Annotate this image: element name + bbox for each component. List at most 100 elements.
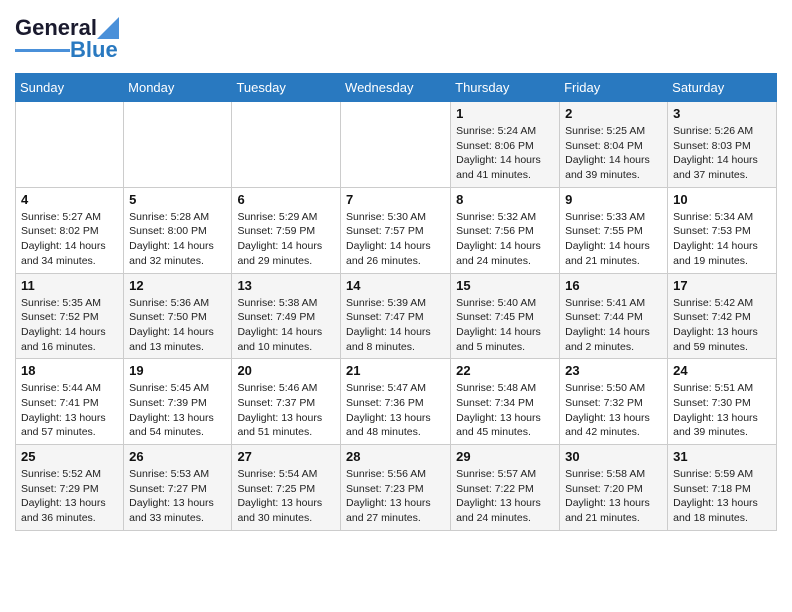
day-number: 8 bbox=[456, 192, 554, 207]
day-info: Sunrise: 5:38 AM Sunset: 7:49 PM Dayligh… bbox=[237, 296, 335, 355]
calendar-cell: 24 Sunrise: 5:51 AM Sunset: 7:30 PM Dayli… bbox=[668, 359, 777, 445]
day-info: Sunrise: 5:52 AM Sunset: 7:29 PM Dayligh… bbox=[21, 467, 118, 526]
day-number: 28 bbox=[346, 449, 445, 464]
day-number: 17 bbox=[673, 278, 771, 293]
day-info: Sunrise: 5:51 AM Sunset: 7:30 PM Dayligh… bbox=[673, 381, 771, 440]
day-info: Sunrise: 5:29 AM Sunset: 7:59 PM Dayligh… bbox=[237, 210, 335, 269]
day-info: Sunrise: 5:41 AM Sunset: 7:44 PM Dayligh… bbox=[565, 296, 662, 355]
calendar-table: SundayMondayTuesdayWednesdayThursdayFrid… bbox=[15, 73, 777, 531]
calendar-cell bbox=[16, 102, 124, 188]
day-number: 13 bbox=[237, 278, 335, 293]
weekday-header-saturday: Saturday bbox=[668, 74, 777, 102]
day-info: Sunrise: 5:45 AM Sunset: 7:39 PM Dayligh… bbox=[129, 381, 226, 440]
calendar-cell: 3 Sunrise: 5:26 AM Sunset: 8:03 PM Daylig… bbox=[668, 102, 777, 188]
calendar-cell: 4 Sunrise: 5:27 AM Sunset: 8:02 PM Daylig… bbox=[16, 187, 124, 273]
weekday-header-friday: Friday bbox=[560, 74, 668, 102]
day-number: 2 bbox=[565, 106, 662, 121]
calendar-cell: 5Sunrise: 5:28 AM Sunset: 8:00 PM Daylig… bbox=[124, 187, 232, 273]
day-number: 27 bbox=[237, 449, 335, 464]
day-number: 6 bbox=[237, 192, 335, 207]
calendar-cell: 25 Sunrise: 5:52 AM Sunset: 7:29 PM Dayli… bbox=[16, 445, 124, 531]
day-info: Sunrise: 5:47 AM Sunset: 7:36 PM Dayligh… bbox=[346, 381, 445, 440]
day-number: 12 bbox=[129, 278, 226, 293]
day-info: Sunrise: 5:48 AM Sunset: 7:34 PM Dayligh… bbox=[456, 381, 554, 440]
day-info: Sunrise: 5:34 AM Sunset: 7:53 PM Dayligh… bbox=[673, 210, 771, 269]
day-info: Sunrise: 5:57 AM Sunset: 7:22 PM Dayligh… bbox=[456, 467, 554, 526]
calendar-cell: 27 Sunrise: 5:54 AM Sunset: 7:25 PM Dayli… bbox=[232, 445, 341, 531]
calendar-cell: 12 Sunrise: 5:36 AM Sunset: 7:50 PM Dayli… bbox=[124, 273, 232, 359]
day-number: 14 bbox=[346, 278, 445, 293]
day-info: Sunrise: 5:30 AM Sunset: 7:57 PM Dayligh… bbox=[346, 210, 445, 269]
day-number: 31 bbox=[673, 449, 771, 464]
day-number: 26 bbox=[129, 449, 226, 464]
day-info: Sunrise: 5:32 AM Sunset: 7:56 PM Dayligh… bbox=[456, 210, 554, 269]
day-number: 22 bbox=[456, 363, 554, 378]
calendar-cell: 29 Sunrise: 5:57 AM Sunset: 7:22 PM Dayli… bbox=[451, 445, 560, 531]
calendar-cell: 11 Sunrise: 5:35 AM Sunset: 7:52 PM Dayli… bbox=[16, 273, 124, 359]
weekday-header-wednesday: Wednesday bbox=[341, 74, 451, 102]
logo: General Blue bbox=[15, 15, 119, 63]
day-info: Sunrise: 5:35 AM Sunset: 7:52 PM Dayligh… bbox=[21, 296, 118, 355]
day-number: 3 bbox=[673, 106, 771, 121]
day-info: Sunrise: 5:39 AM Sunset: 7:47 PM Dayligh… bbox=[346, 296, 445, 355]
day-number: 25 bbox=[21, 449, 118, 464]
day-info: Sunrise: 5:56 AM Sunset: 7:23 PM Dayligh… bbox=[346, 467, 445, 526]
calendar-cell: 30 Sunrise: 5:58 AM Sunset: 7:20 PM Dayli… bbox=[560, 445, 668, 531]
day-info: Sunrise: 5:53 AM Sunset: 7:27 PM Dayligh… bbox=[129, 467, 226, 526]
day-number: 16 bbox=[565, 278, 662, 293]
calendar-cell: 28 Sunrise: 5:56 AM Sunset: 7:23 PM Dayli… bbox=[341, 445, 451, 531]
page-header: General Blue bbox=[15, 15, 777, 63]
calendar-cell bbox=[341, 102, 451, 188]
weekday-header-monday: Monday bbox=[124, 74, 232, 102]
day-number: 19 bbox=[129, 363, 226, 378]
calendar-cell: 23 Sunrise: 5:50 AM Sunset: 7:32 PM Dayli… bbox=[560, 359, 668, 445]
day-number: 1 bbox=[456, 106, 554, 121]
calendar-cell: 21 Sunrise: 5:47 AM Sunset: 7:36 PM Dayli… bbox=[341, 359, 451, 445]
day-number: 4 bbox=[21, 192, 118, 207]
day-number: 29 bbox=[456, 449, 554, 464]
day-number: 11 bbox=[21, 278, 118, 293]
calendar-cell bbox=[232, 102, 341, 188]
calendar-cell: 14 Sunrise: 5:39 AM Sunset: 7:47 PM Dayli… bbox=[341, 273, 451, 359]
calendar-cell: 19 Sunrise: 5:45 AM Sunset: 7:39 PM Dayli… bbox=[124, 359, 232, 445]
calendar-cell: 20 Sunrise: 5:46 AM Sunset: 7:37 PM Dayli… bbox=[232, 359, 341, 445]
day-number: 23 bbox=[565, 363, 662, 378]
day-number: 21 bbox=[346, 363, 445, 378]
day-info: Sunrise: 5:40 AM Sunset: 7:45 PM Dayligh… bbox=[456, 296, 554, 355]
day-number: 30 bbox=[565, 449, 662, 464]
day-info: Sunrise: 5:58 AM Sunset: 7:20 PM Dayligh… bbox=[565, 467, 662, 526]
calendar-cell: 6 Sunrise: 5:29 AM Sunset: 7:59 PM Daylig… bbox=[232, 187, 341, 273]
day-info: Sunrise: 5:27 AM Sunset: 8:02 PM Dayligh… bbox=[21, 210, 118, 269]
day-info: Sunrise: 5:26 AM Sunset: 8:03 PM Dayligh… bbox=[673, 124, 771, 183]
day-info: Sunrise: 5:36 AM Sunset: 7:50 PM Dayligh… bbox=[129, 296, 226, 355]
day-number: 10 bbox=[673, 192, 771, 207]
day-info: Sunrise: 5:33 AM Sunset: 7:55 PM Dayligh… bbox=[565, 210, 662, 269]
day-number: 15 bbox=[456, 278, 554, 293]
weekday-header-tuesday: Tuesday bbox=[232, 74, 341, 102]
day-info: Sunrise: 5:25 AM Sunset: 8:04 PM Dayligh… bbox=[565, 124, 662, 183]
calendar-cell: 15 Sunrise: 5:40 AM Sunset: 7:45 PM Dayli… bbox=[451, 273, 560, 359]
day-info: Sunrise: 5:24 AM Sunset: 8:06 PM Dayligh… bbox=[456, 124, 554, 183]
day-number: 24 bbox=[673, 363, 771, 378]
weekday-header-sunday: Sunday bbox=[16, 74, 124, 102]
weekday-header-thursday: Thursday bbox=[451, 74, 560, 102]
day-number: 9 bbox=[565, 192, 662, 207]
day-info: Sunrise: 5:50 AM Sunset: 7:32 PM Dayligh… bbox=[565, 381, 662, 440]
calendar-cell bbox=[124, 102, 232, 188]
calendar-cell: 7Sunrise: 5:30 AM Sunset: 7:57 PM Daylig… bbox=[341, 187, 451, 273]
logo-blue: Blue bbox=[70, 37, 118, 63]
calendar-cell: 2 Sunrise: 5:25 AM Sunset: 8:04 PM Daylig… bbox=[560, 102, 668, 188]
day-info: Sunrise: 5:44 AM Sunset: 7:41 PM Dayligh… bbox=[21, 381, 118, 440]
calendar-cell: 18 Sunrise: 5:44 AM Sunset: 7:41 PM Dayli… bbox=[16, 359, 124, 445]
calendar-cell: 8 Sunrise: 5:32 AM Sunset: 7:56 PM Daylig… bbox=[451, 187, 560, 273]
logo-icon bbox=[97, 17, 119, 39]
day-info: Sunrise: 5:46 AM Sunset: 7:37 PM Dayligh… bbox=[237, 381, 335, 440]
day-info: Sunrise: 5:59 AM Sunset: 7:18 PM Dayligh… bbox=[673, 467, 771, 526]
day-info: Sunrise: 5:42 AM Sunset: 7:42 PM Dayligh… bbox=[673, 296, 771, 355]
calendar-cell: 13 Sunrise: 5:38 AM Sunset: 7:49 PM Dayli… bbox=[232, 273, 341, 359]
calendar-cell: 9 Sunrise: 5:33 AM Sunset: 7:55 PM Daylig… bbox=[560, 187, 668, 273]
day-info: Sunrise: 5:54 AM Sunset: 7:25 PM Dayligh… bbox=[237, 467, 335, 526]
calendar-cell: 1 Sunrise: 5:24 AM Sunset: 8:06 PM Daylig… bbox=[451, 102, 560, 188]
day-number: 20 bbox=[237, 363, 335, 378]
day-number: 18 bbox=[21, 363, 118, 378]
